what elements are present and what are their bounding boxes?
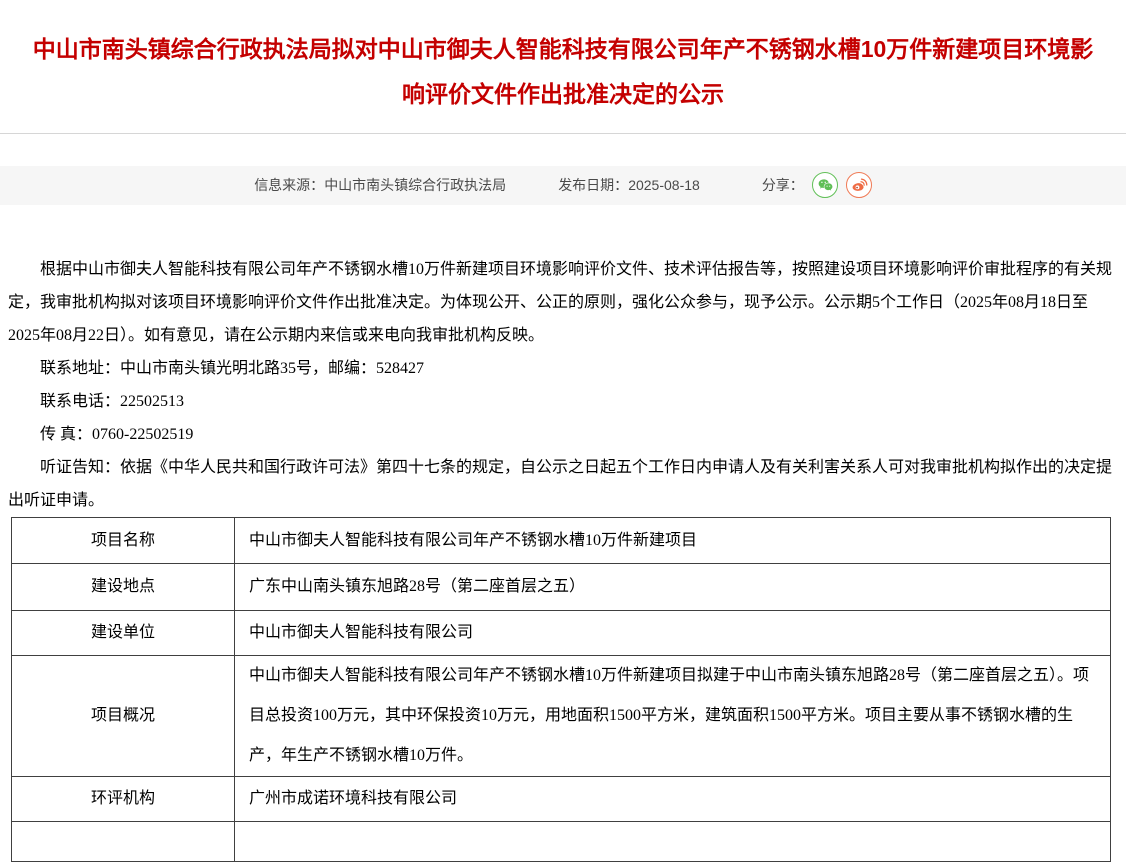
table-row-eia-agency: 环评机构 广州市成诺环境科技有限公司	[12, 776, 1111, 821]
wechat-icon	[815, 175, 835, 195]
row-label: 项目名称	[12, 517, 235, 563]
row-value: 广东中山南头镇东旭路28号（第二座首层之五）	[235, 563, 1111, 610]
row-value	[235, 821, 1111, 861]
info-source-label: 信息来源：	[254, 177, 324, 193]
row-value: 中山市御夫人智能科技有限公司年产不锈钢水槽10万件新建项目拟建于中山市南头镇东旭…	[235, 655, 1111, 776]
page-title: 中山市南头镇综合行政执法局拟对中山市御夫人智能科技有限公司年产不锈钢水槽10万件…	[0, 15, 1126, 117]
publish-date-label: 发布日期：	[558, 177, 628, 193]
title-divider	[0, 133, 1126, 134]
row-label: 建设单位	[12, 610, 235, 655]
table-row-location: 建设地点 广东中山南头镇东旭路28号（第二座首层之五）	[12, 563, 1111, 610]
announcement-body: 根据中山市御夫人智能科技有限公司年产不锈钢水槽10万件新建项目环境影响评价文件、…	[0, 205, 1126, 862]
info-source: 信息来源：中山市南头镇综合行政执法局	[254, 175, 506, 195]
paragraph-contact-phone: 联系电话：22502513	[8, 385, 1118, 418]
weibo-icon	[849, 175, 869, 195]
share-group: 分享：	[762, 172, 872, 198]
paragraph-hearing-notice: 听证告知：依据《中华人民共和国行政许可法》第四十七条的规定，自公示之日起五个工作…	[8, 451, 1118, 517]
wechat-share-button[interactable]	[812, 172, 838, 198]
table-row-overview: 项目概况 中山市御夫人智能科技有限公司年产不锈钢水槽10万件新建项目拟建于中山市…	[12, 655, 1111, 776]
page-title-line-1: 中山市南头镇综合行政执法局拟对中山市御夫人智能科技有限公司年产不锈钢水槽10万件…	[0, 27, 1126, 72]
row-label: 环评机构	[12, 776, 235, 821]
info-table: 项目名称 中山市御夫人智能科技有限公司年产不锈钢水槽10万件新建项目 建设地点 …	[11, 517, 1111, 862]
table-row-builder: 建设单位 中山市御夫人智能科技有限公司	[12, 610, 1111, 655]
paragraph-contact-address: 联系地址：中山市南头镇光明北路35号，邮编：528427	[8, 352, 1118, 385]
announcement-page: 中山市南头镇综合行政执法局拟对中山市御夫人智能科技有限公司年产不锈钢水槽10万件…	[0, 15, 1126, 821]
info-source-value: 中山市南头镇综合行政执法局	[324, 177, 506, 193]
table-row-clipped	[12, 821, 1111, 861]
row-label: 项目概况	[12, 655, 235, 776]
row-value: 广州市成诺环境科技有限公司	[235, 776, 1111, 821]
paragraph-fax: 传 真：0760-22502519	[8, 418, 1118, 451]
row-value: 中山市御夫人智能科技有限公司	[235, 610, 1111, 655]
table-row-project-name: 项目名称 中山市御夫人智能科技有限公司年产不锈钢水槽10万件新建项目	[12, 517, 1111, 563]
weibo-share-button[interactable]	[846, 172, 872, 198]
paragraph-intro: 根据中山市御夫人智能科技有限公司年产不锈钢水槽10万件新建项目环境影响评价文件、…	[8, 253, 1118, 352]
publish-date-value: 2025-08-18	[628, 177, 700, 193]
row-value: 中山市御夫人智能科技有限公司年产不锈钢水槽10万件新建项目	[235, 517, 1111, 563]
publish-date: 发布日期：2025-08-18	[558, 175, 700, 195]
row-label: 建设地点	[12, 563, 235, 610]
meta-bar: 信息来源：中山市南头镇综合行政执法局 发布日期：2025-08-18 分享：	[0, 166, 1126, 205]
share-label: 分享：	[762, 175, 804, 195]
page-title-line-2: 响评价文件作出批准决定的公示	[0, 72, 1126, 117]
row-label	[12, 821, 235, 861]
